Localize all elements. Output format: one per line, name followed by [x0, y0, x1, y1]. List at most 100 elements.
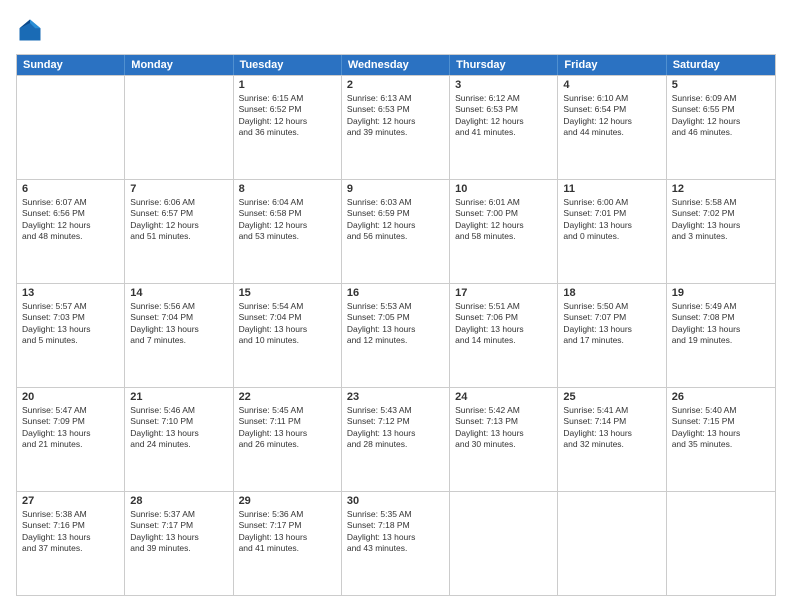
- empty-cell: [667, 492, 775, 595]
- day-number: 19: [672, 287, 770, 299]
- day-cell-7: 7 Sunrise: 6:06 AM Sunset: 6:57 PM Daylig…: [125, 180, 233, 283]
- day-cell-24: 24 Sunrise: 5:42 AM Sunset: 7:13 PM Dayli…: [450, 388, 558, 491]
- day-number: 24: [455, 391, 552, 403]
- day-content: Sunrise: 6:00 AM Sunset: 7:01 PM Dayligh…: [563, 197, 660, 243]
- day-content: Sunrise: 5:38 AM Sunset: 7:16 PM Dayligh…: [22, 509, 119, 555]
- day-cell-30: 30 Sunrise: 5:35 AM Sunset: 7:18 PM Dayli…: [342, 492, 450, 595]
- header-day-sunday: Sunday: [17, 55, 125, 75]
- day-number: 22: [239, 391, 336, 403]
- day-cell-13: 13 Sunrise: 5:57 AM Sunset: 7:03 PM Dayli…: [17, 284, 125, 387]
- day-cell-2: 2 Sunrise: 6:13 AM Sunset: 6:53 PM Daylig…: [342, 76, 450, 179]
- calendar-body: 1 Sunrise: 6:15 AM Sunset: 6:52 PM Daylig…: [17, 75, 775, 595]
- day-number: 7: [130, 183, 227, 195]
- empty-cell: [558, 492, 666, 595]
- day-cell-25: 25Sunrise: 5:41 AM Sunset: 7:14 PM Dayli…: [558, 388, 666, 491]
- day-number: 29: [239, 495, 336, 507]
- header-day-monday: Monday: [125, 55, 233, 75]
- day-content: Sunrise: 6:03 AM Sunset: 6:59 PM Dayligh…: [347, 197, 444, 243]
- week-row-3: 13 Sunrise: 5:57 AM Sunset: 7:03 PM Dayli…: [17, 283, 775, 387]
- day-cell-1: 1 Sunrise: 6:15 AM Sunset: 6:52 PM Daylig…: [234, 76, 342, 179]
- day-number: 4: [563, 79, 660, 91]
- day-content: Sunrise: 6:01 AM Sunset: 7:00 PM Dayligh…: [455, 197, 552, 243]
- day-content: Sunrise: 6:06 AM Sunset: 6:57 PM Dayligh…: [130, 197, 227, 243]
- day-content: Sunrise: 6:09 AM Sunset: 6:55 PM Dayligh…: [672, 93, 770, 139]
- day-number: 23: [347, 391, 444, 403]
- day-content: Sunrise: 5:45 AM Sunset: 7:11 PM Dayligh…: [239, 405, 336, 451]
- day-cell-19: 19 Sunrise: 5:49 AM Sunset: 7:08 PM Dayli…: [667, 284, 775, 387]
- day-cell-6: 6Sunrise: 6:07 AM Sunset: 6:56 PM Daylig…: [17, 180, 125, 283]
- logo-icon: [16, 16, 44, 44]
- day-content: Sunrise: 5:49 AM Sunset: 7:08 PM Dayligh…: [672, 301, 770, 347]
- day-content: Sunrise: 6:10 AM Sunset: 6:54 PM Dayligh…: [563, 93, 660, 139]
- day-cell-14: 14 Sunrise: 5:56 AM Sunset: 7:04 PM Dayli…: [125, 284, 233, 387]
- day-number: 9: [347, 183, 444, 195]
- day-content: Sunrise: 5:58 AM Sunset: 7:02 PM Dayligh…: [672, 197, 770, 243]
- day-number: 5: [672, 79, 770, 91]
- day-content: Sunrise: 5:56 AM Sunset: 7:04 PM Dayligh…: [130, 301, 227, 347]
- day-cell-17: 17Sunrise: 5:51 AM Sunset: 7:06 PM Dayli…: [450, 284, 558, 387]
- day-content: Sunrise: 6:13 AM Sunset: 6:53 PM Dayligh…: [347, 93, 444, 139]
- day-content: Sunrise: 5:42 AM Sunset: 7:13 PM Dayligh…: [455, 405, 552, 451]
- day-cell-29: 29 Sunrise: 5:36 AM Sunset: 7:17 PM Dayli…: [234, 492, 342, 595]
- day-content: Sunrise: 6:15 AM Sunset: 6:52 PM Dayligh…: [239, 93, 336, 139]
- week-row-1: 1 Sunrise: 6:15 AM Sunset: 6:52 PM Daylig…: [17, 75, 775, 179]
- day-number: 8: [239, 183, 336, 195]
- day-number: 1: [239, 79, 336, 91]
- header-day-friday: Friday: [558, 55, 666, 75]
- day-content: Sunrise: 5:50 AM Sunset: 7:07 PM Dayligh…: [563, 301, 660, 347]
- day-content: Sunrise: 5:40 AM Sunset: 7:15 PM Dayligh…: [672, 405, 770, 451]
- day-number: 12: [672, 183, 770, 195]
- empty-cell: [125, 76, 233, 179]
- day-content: Sunrise: 5:46 AM Sunset: 7:10 PM Dayligh…: [130, 405, 227, 451]
- week-row-2: 6Sunrise: 6:07 AM Sunset: 6:56 PM Daylig…: [17, 179, 775, 283]
- week-row-5: 27 Sunrise: 5:38 AM Sunset: 7:16 PM Dayli…: [17, 491, 775, 595]
- day-number: 18: [563, 287, 660, 299]
- day-content: Sunrise: 5:37 AM Sunset: 7:17 PM Dayligh…: [130, 509, 227, 555]
- day-number: 30: [347, 495, 444, 507]
- week-row-4: 20Sunrise: 5:47 AM Sunset: 7:09 PM Dayli…: [17, 387, 775, 491]
- empty-cell: [17, 76, 125, 179]
- header-day-tuesday: Tuesday: [234, 55, 342, 75]
- calendar: SundayMondayTuesdayWednesdayThursdayFrid…: [16, 54, 776, 596]
- day-number: 21: [130, 391, 227, 403]
- day-number: 10: [455, 183, 552, 195]
- day-cell-10: 10 Sunrise: 6:01 AM Sunset: 7:00 PM Dayli…: [450, 180, 558, 283]
- day-cell-28: 28Sunrise: 5:37 AM Sunset: 7:17 PM Dayli…: [125, 492, 233, 595]
- day-content: Sunrise: 5:41 AM Sunset: 7:14 PM Dayligh…: [563, 405, 660, 451]
- day-cell-15: 15 Sunrise: 5:54 AM Sunset: 7:04 PM Dayli…: [234, 284, 342, 387]
- day-content: Sunrise: 6:04 AM Sunset: 6:58 PM Dayligh…: [239, 197, 336, 243]
- day-cell-8: 8 Sunrise: 6:04 AM Sunset: 6:58 PM Daylig…: [234, 180, 342, 283]
- day-content: Sunrise: 5:54 AM Sunset: 7:04 PM Dayligh…: [239, 301, 336, 347]
- day-content: Sunrise: 5:35 AM Sunset: 7:18 PM Dayligh…: [347, 509, 444, 555]
- day-number: 11: [563, 183, 660, 195]
- day-cell-21: 21 Sunrise: 5:46 AM Sunset: 7:10 PM Dayli…: [125, 388, 233, 491]
- day-content: Sunrise: 6:12 AM Sunset: 6:53 PM Dayligh…: [455, 93, 552, 139]
- day-content: Sunrise: 5:47 AM Sunset: 7:09 PM Dayligh…: [22, 405, 119, 451]
- day-cell-5: 5 Sunrise: 6:09 AM Sunset: 6:55 PM Daylig…: [667, 76, 775, 179]
- day-content: Sunrise: 6:07 AM Sunset: 6:56 PM Dayligh…: [22, 197, 119, 243]
- header-day-saturday: Saturday: [667, 55, 775, 75]
- day-cell-16: 16Sunrise: 5:53 AM Sunset: 7:05 PM Dayli…: [342, 284, 450, 387]
- day-content: Sunrise: 5:43 AM Sunset: 7:12 PM Dayligh…: [347, 405, 444, 451]
- calendar-header: SundayMondayTuesdayWednesdayThursdayFrid…: [17, 55, 775, 75]
- day-cell-20: 20Sunrise: 5:47 AM Sunset: 7:09 PM Dayli…: [17, 388, 125, 491]
- header-day-wednesday: Wednesday: [342, 55, 450, 75]
- day-content: Sunrise: 5:36 AM Sunset: 7:17 PM Dayligh…: [239, 509, 336, 555]
- day-cell-22: 22 Sunrise: 5:45 AM Sunset: 7:11 PM Dayli…: [234, 388, 342, 491]
- day-cell-9: 9 Sunrise: 6:03 AM Sunset: 6:59 PM Daylig…: [342, 180, 450, 283]
- day-cell-11: 11 Sunrise: 6:00 AM Sunset: 7:01 PM Dayli…: [558, 180, 666, 283]
- header: [16, 16, 776, 44]
- day-number: 14: [130, 287, 227, 299]
- day-cell-27: 27 Sunrise: 5:38 AM Sunset: 7:16 PM Dayli…: [17, 492, 125, 595]
- day-number: 13: [22, 287, 119, 299]
- day-number: 27: [22, 495, 119, 507]
- day-content: Sunrise: 5:53 AM Sunset: 7:05 PM Dayligh…: [347, 301, 444, 347]
- day-number: 2: [347, 79, 444, 91]
- day-number: 26: [672, 391, 770, 403]
- day-number: 3: [455, 79, 552, 91]
- day-cell-12: 12 Sunrise: 5:58 AM Sunset: 7:02 PM Dayli…: [667, 180, 775, 283]
- day-content: Sunrise: 5:57 AM Sunset: 7:03 PM Dayligh…: [22, 301, 119, 347]
- header-day-thursday: Thursday: [450, 55, 558, 75]
- day-content: Sunrise: 5:51 AM Sunset: 7:06 PM Dayligh…: [455, 301, 552, 347]
- day-number: 15: [239, 287, 336, 299]
